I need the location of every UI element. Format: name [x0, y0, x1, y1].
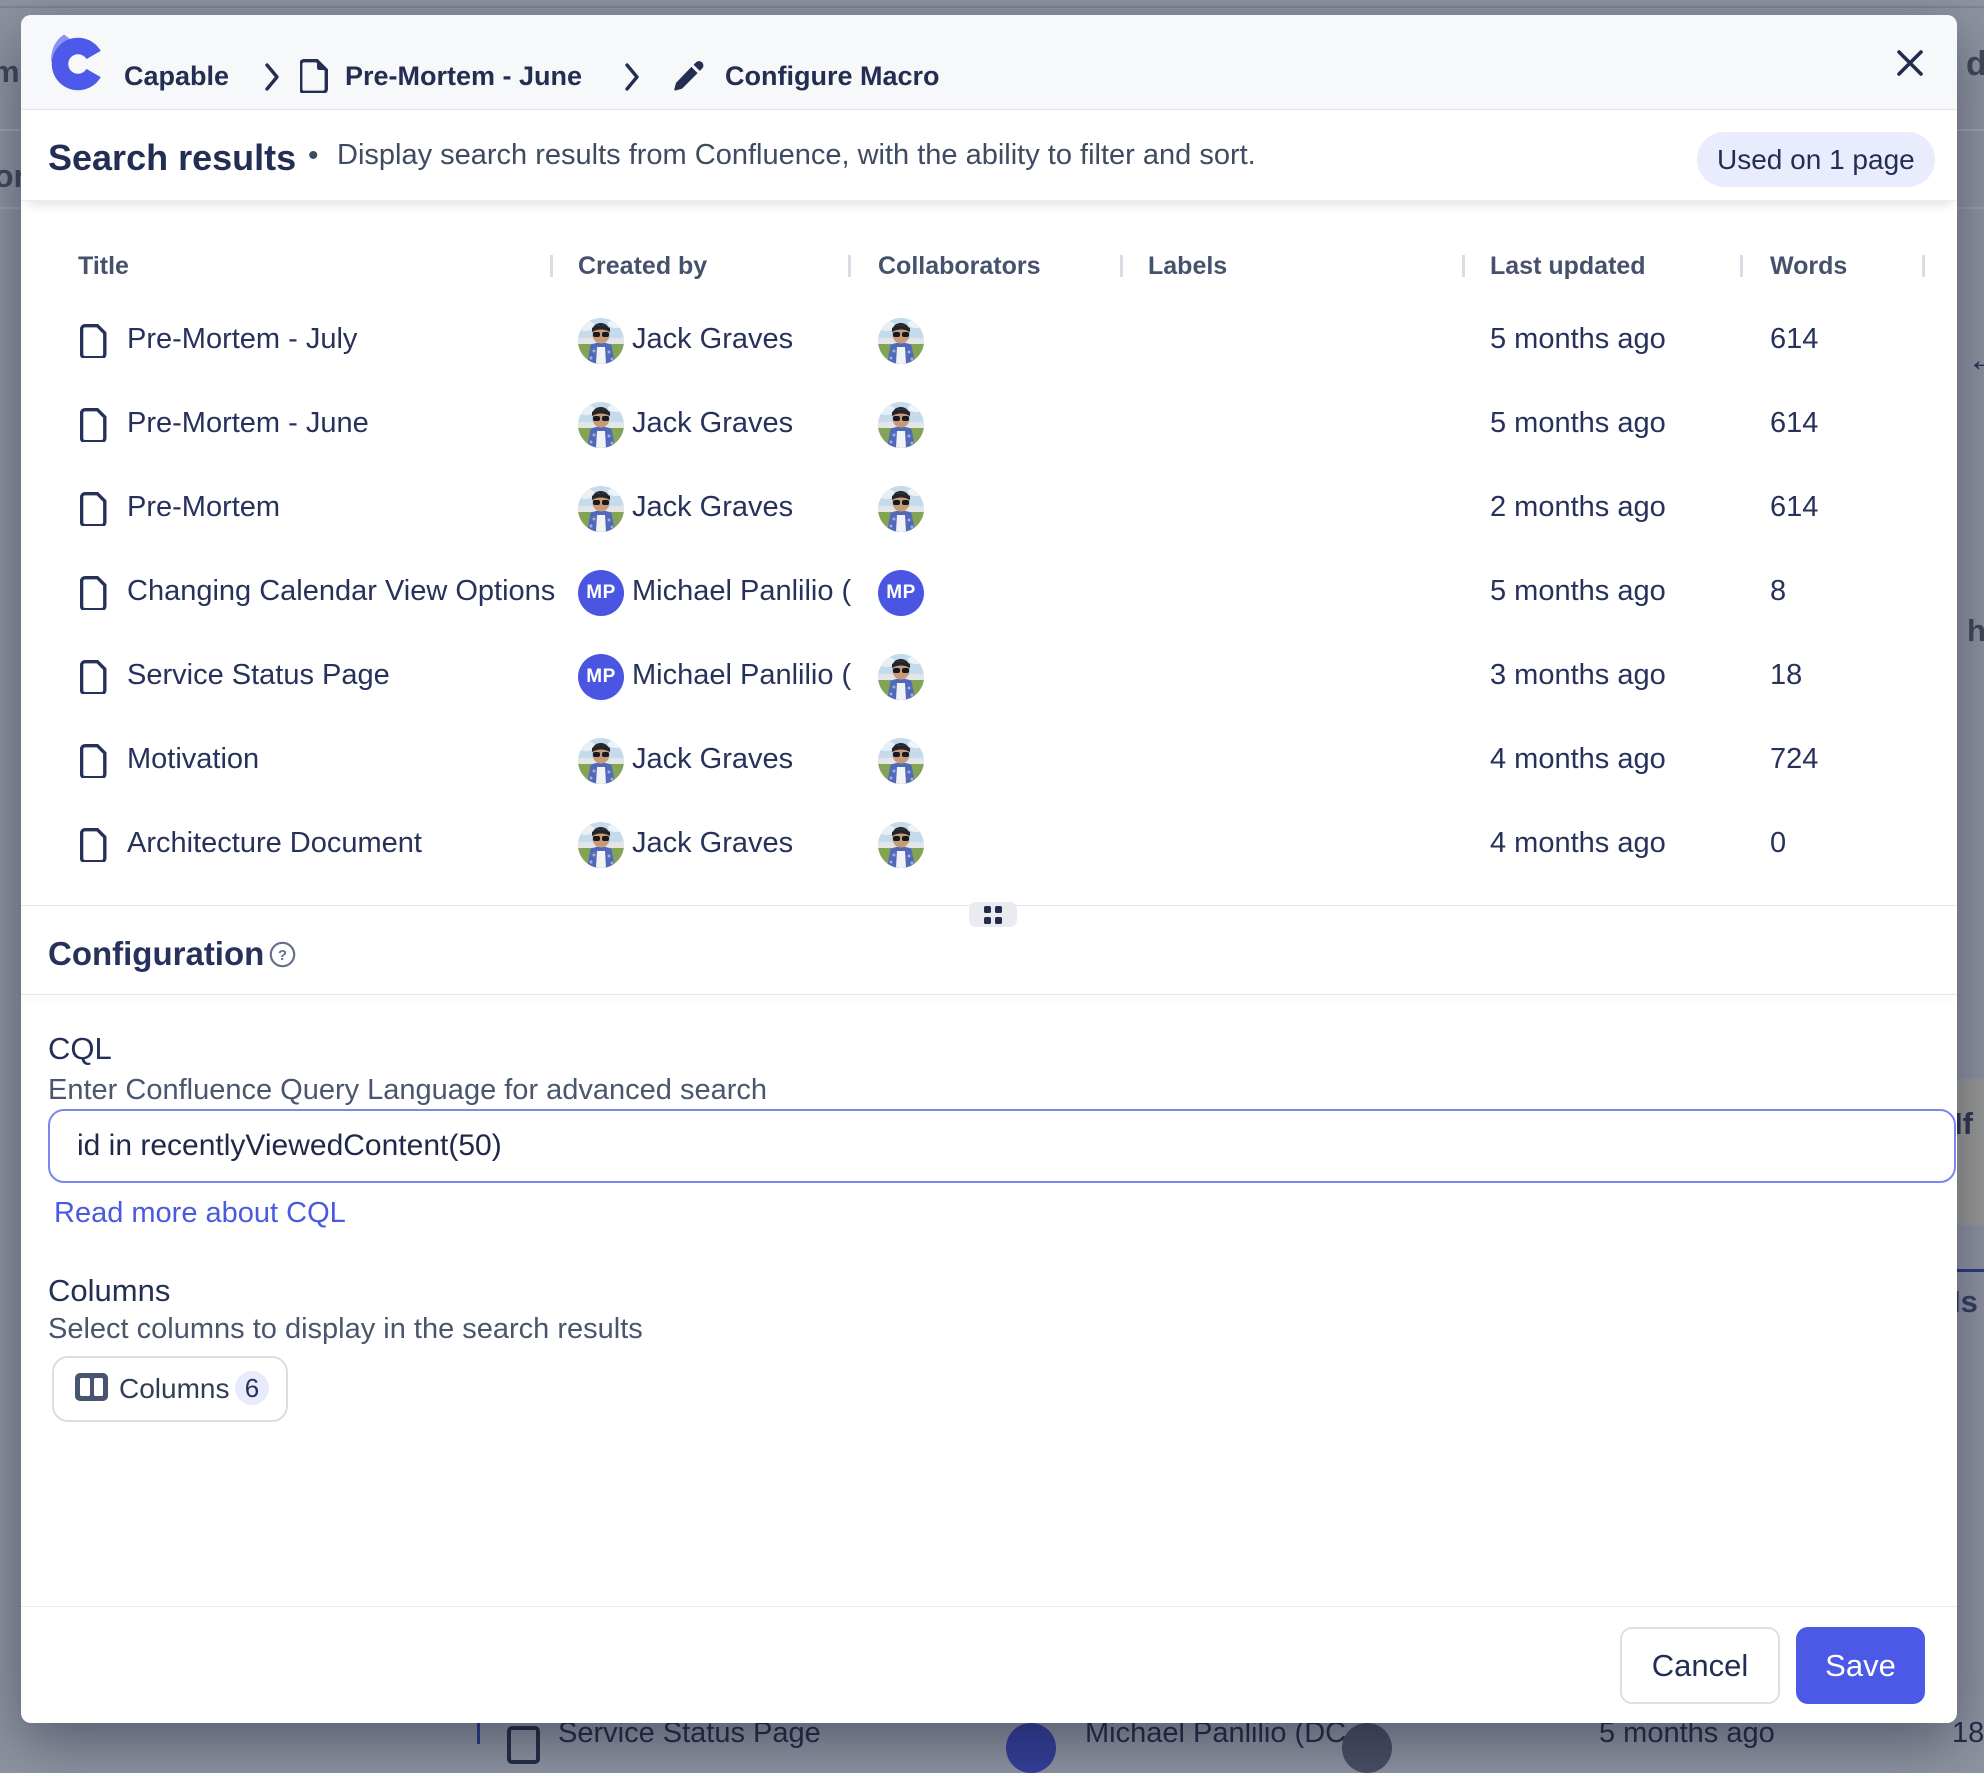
svg-text:?: ? — [278, 947, 287, 964]
